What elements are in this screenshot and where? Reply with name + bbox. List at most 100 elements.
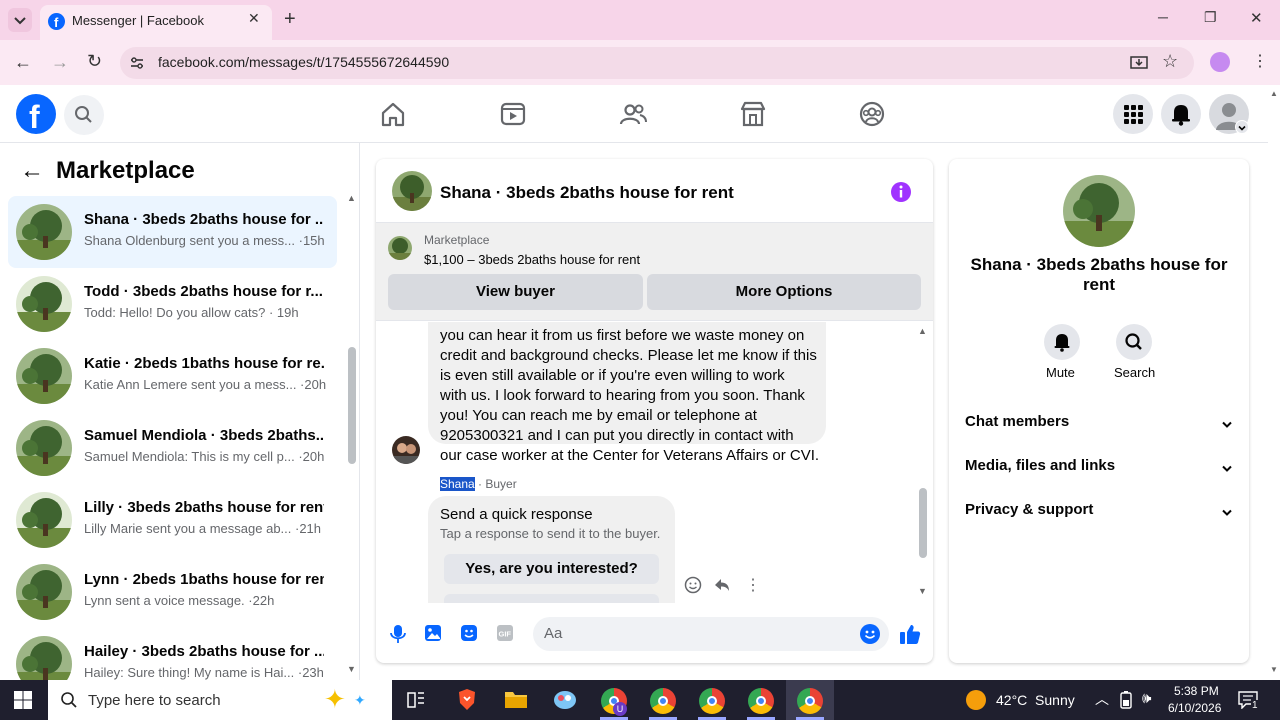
- search-button[interactable]: [64, 95, 104, 135]
- snipping-tool-icon[interactable]: [552, 688, 578, 712]
- chrome-profile-5-icon[interactable]: [797, 688, 823, 714]
- windows-taskbar: Type here to search ✦ ✦ U 42°C Sunny ︿ 🕪…: [0, 680, 1280, 720]
- friends-icon[interactable]: [618, 99, 648, 129]
- windows-start-icon[interactable]: [14, 691, 32, 709]
- microphone-icon[interactable]: [389, 624, 407, 644]
- message-bubble[interactable]: you can hear it from us first before we …: [428, 322, 826, 464]
- quick-response-option[interactable]: Yes, are you interested?: [444, 554, 659, 584]
- volume-icon[interactable]: 🕪: [1142, 690, 1151, 707]
- restore-button[interactable]: ❐: [1204, 9, 1217, 26]
- minimize-button[interactable]: ─: [1158, 9, 1168, 25]
- facebook-logo-icon[interactable]: f: [16, 94, 56, 134]
- chrome-profile-3-icon[interactable]: [699, 688, 725, 714]
- menu-button[interactable]: [1113, 94, 1153, 134]
- marketplace-icon[interactable]: [738, 99, 768, 129]
- sticker-icon[interactable]: [460, 624, 478, 642]
- account-chevron-icon[interactable]: [1235, 120, 1249, 134]
- chat-avatar[interactable]: [392, 171, 432, 211]
- browser-menu-icon[interactable]: ⋮: [1252, 51, 1268, 71]
- conversation-title: Samuel Mendiola · 3beds 2baths...: [84, 427, 324, 444]
- conversation-item[interactable]: Lilly · 3beds 2baths house for rent Lilly…: [8, 484, 337, 556]
- reply-icon[interactable]: [713, 576, 731, 594]
- browser-toolbar: ← → ↻ facebook.com/messages/t/1754555672…: [0, 40, 1280, 85]
- view-buyer-button[interactable]: View buyer: [388, 274, 643, 310]
- scroll-down-icon[interactable]: ▼: [1270, 665, 1278, 674]
- chat-title[interactable]: Shana · 3beds 2baths house for rent: [440, 183, 734, 203]
- page-scrollbar[interactable]: ▲ ▼: [1268, 85, 1280, 680]
- browser-tab-active[interactable]: f Messenger | Facebook ✕: [40, 5, 272, 40]
- site-info-icon[interactable]: [129, 55, 145, 71]
- chrome-profile-2-icon[interactable]: [650, 688, 676, 714]
- battery-icon[interactable]: [1118, 691, 1134, 709]
- scroll-up-icon[interactable]: ▲: [347, 193, 356, 203]
- back-arrow-icon[interactable]: ←: [14, 52, 32, 73]
- gif-icon[interactable]: GIF: [496, 624, 514, 642]
- info-avatar[interactable]: [1063, 175, 1135, 247]
- chevron-down-icon: [1222, 421, 1232, 428]
- tab-search-button[interactable]: [8, 8, 32, 32]
- chrome-profile-4-icon[interactable]: [748, 688, 774, 714]
- info-icon[interactable]: [890, 181, 912, 203]
- more-options-button[interactable]: More Options: [647, 274, 921, 310]
- video-icon[interactable]: [498, 99, 528, 129]
- weather-sun-icon[interactable]: [966, 690, 986, 710]
- account-avatar[interactable]: [1209, 94, 1249, 134]
- sender-name: Shana: [440, 477, 475, 491]
- back-arrow-icon[interactable]: ←: [20, 157, 44, 185]
- reload-icon[interactable]: ↻: [87, 51, 102, 72]
- section-chat-members[interactable]: Chat members: [965, 413, 1233, 437]
- clock-date[interactable]: 6/10/2026: [1168, 701, 1221, 715]
- conversation-item[interactable]: Shana · 3beds 2baths house for ... Shana …: [8, 196, 337, 268]
- mute-button[interactable]: [1044, 324, 1080, 360]
- conversation-item[interactable]: Lynn · 2beds 1baths house for rent Lynn s…: [8, 556, 337, 628]
- task-view-icon[interactable]: [406, 690, 426, 710]
- sender-avatar[interactable]: [392, 436, 420, 464]
- conversation-sidebar: ← Marketplace Shana · 3beds 2baths house…: [0, 143, 360, 680]
- section-media-files-links[interactable]: Media, files and links: [965, 457, 1233, 481]
- scroll-up-icon[interactable]: ▲: [918, 326, 927, 336]
- new-tab-button[interactable]: +: [284, 8, 296, 31]
- sparkle-small-icon: ✦: [354, 692, 366, 708]
- taskbar-search-box[interactable]: Type here to search ✦ ✦: [48, 680, 392, 720]
- conversation-preview: Shana Oldenburg sent you a mess... ·15h: [84, 233, 325, 248]
- listing-price[interactable]: $1,100 – 3beds 2baths house for rent: [424, 252, 640, 267]
- tray-chevron-up-icon[interactable]: ︿: [1095, 689, 1109, 709]
- info-name: Shana · 3beds 2baths house for rent: [970, 255, 1228, 294]
- tab-close-icon[interactable]: ✕: [248, 10, 260, 27]
- message-line: is even still available or if you're eve…: [440, 367, 785, 384]
- weather-text[interactable]: 42°C Sunny: [996, 692, 1075, 708]
- react-emoji-icon[interactable]: [684, 576, 702, 594]
- clock-time[interactable]: 5:38 PM: [1174, 684, 1219, 698]
- photo-icon[interactable]: [424, 624, 442, 642]
- scroll-up-icon[interactable]: ▲: [1270, 89, 1278, 98]
- more-actions-icon[interactable]: ⋮: [745, 575, 761, 595]
- file-explorer-icon[interactable]: [504, 689, 528, 709]
- bookmark-star-icon[interactable]: ☆: [1162, 51, 1178, 72]
- conversation-item[interactable]: Samuel Mendiola · 3beds 2baths... Samuel …: [8, 412, 337, 484]
- conversation-item[interactable]: Katie · 2beds 1baths house for re... Kati…: [8, 340, 337, 412]
- section-privacy-support[interactable]: Privacy & support: [965, 501, 1233, 525]
- scroll-down-icon[interactable]: ▼: [918, 586, 927, 596]
- scroll-down-icon[interactable]: ▼: [347, 664, 356, 674]
- brave-browser-icon[interactable]: [456, 688, 478, 712]
- quick-response-option-2[interactable]: [444, 594, 659, 603]
- notifications-button[interactable]: [1161, 94, 1201, 134]
- install-app-icon[interactable]: [1130, 54, 1148, 72]
- emoji-icon[interactable]: [860, 624, 880, 644]
- forward-arrow-icon[interactable]: →: [51, 52, 69, 73]
- home-icon[interactable]: [378, 99, 408, 129]
- chat-scrollbar-thumb[interactable]: [919, 488, 927, 558]
- listing-thumbnail[interactable]: [388, 236, 412, 260]
- groups-icon[interactable]: [857, 99, 887, 129]
- house-photo-icon: [16, 276, 72, 332]
- profile-avatar-icon[interactable]: [1210, 52, 1230, 72]
- like-thumb-icon[interactable]: [899, 623, 921, 645]
- sidebar-scrollbar-thumb[interactable]: [348, 347, 356, 464]
- message-input[interactable]: Aa: [533, 617, 889, 651]
- conversation-item[interactable]: Hailey · 3beds 2baths house for ... Haile…: [8, 628, 337, 680]
- conversation-title: Hailey · 3beds 2baths house for ...: [84, 643, 324, 660]
- address-bar[interactable]: facebook.com/messages/t/1754555672644590…: [120, 47, 1194, 79]
- conversation-item[interactable]: Todd · 3beds 2baths house for r... Todd: …: [8, 268, 337, 340]
- close-window-button[interactable]: ✕: [1250, 9, 1263, 27]
- search-conversation-button[interactable]: [1116, 324, 1152, 360]
